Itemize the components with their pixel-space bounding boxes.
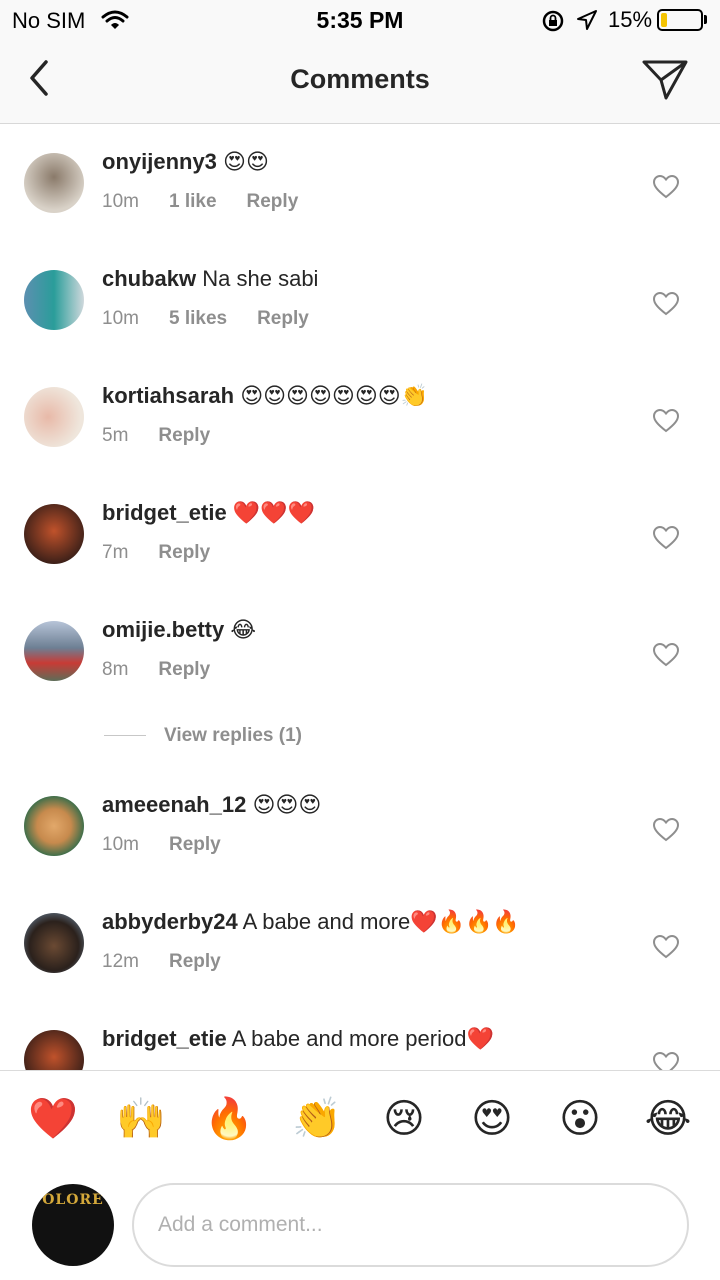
view-replies-label: View replies (1) xyxy=(164,725,302,746)
like-heart-icon[interactable] xyxy=(653,526,679,550)
comment-text: omijie.betty 😂 xyxy=(102,617,256,643)
comment-body: 😍😍😍😍😍😍😍👏 xyxy=(240,383,429,408)
comment-meta: 10m 1 like Reply xyxy=(102,191,328,213)
comment-item: kortiahsarah 😍😍😍😍😍😍😍👏 5m Reply xyxy=(0,383,720,493)
comment-item: bridget_etie ❤️❤️❤️ 7m Reply xyxy=(0,500,720,610)
reaction-laughing-button[interactable]: 😂 xyxy=(644,1095,692,1143)
comment-text: onyijenny3 😍😍 xyxy=(102,149,269,175)
like-heart-icon[interactable] xyxy=(653,935,679,959)
avatar[interactable] xyxy=(24,270,84,330)
comment-text: bridget_etie A babe and more period❤️ xyxy=(102,1026,494,1052)
like-heart-icon[interactable] xyxy=(653,409,679,433)
share-send-icon[interactable] xyxy=(640,56,690,102)
username[interactable]: kortiahsarah xyxy=(102,383,234,408)
comments-list[interactable]: onyijenny3 😍😍 10m 1 like Reply chubakw Na … xyxy=(0,125,720,1070)
avatar[interactable] xyxy=(24,621,84,681)
comment-body: 😍😍😍 xyxy=(252,792,322,817)
like-count[interactable]: 1 like xyxy=(169,191,217,212)
comment-text: kortiahsarah 😍😍😍😍😍😍😍👏 xyxy=(102,383,428,409)
quick-reactions-row: ❤️ 🙌 🔥 👏 😢 😍 😮 😂 xyxy=(0,1095,720,1151)
comment-item: abbyderby24 A babe and more❤️🔥🔥🔥 12m Repl… xyxy=(0,909,720,1019)
comment-meta: 10m Reply xyxy=(102,834,251,856)
reaction-fire-button[interactable]: 🔥 xyxy=(204,1095,254,1143)
current-user-avatar: OLORE xyxy=(32,1184,114,1266)
reaction-heart-button[interactable]: ❤️ xyxy=(28,1095,78,1143)
comment-body: A babe and more❤️🔥🔥🔥 xyxy=(242,909,520,934)
battery-nub xyxy=(704,15,707,24)
like-heart-icon[interactable] xyxy=(653,818,679,842)
comment-body: ❤️❤️❤️ xyxy=(232,500,316,525)
avatar[interactable] xyxy=(24,387,84,447)
like-heart-icon[interactable] xyxy=(653,1052,679,1070)
like-count[interactable]: 5 likes xyxy=(169,308,227,329)
username[interactable]: ameeenah_12 xyxy=(102,792,246,817)
reaction-surprised-button[interactable]: 😮 xyxy=(556,1095,604,1143)
username[interactable]: bridget_etie xyxy=(102,1026,227,1051)
battery-icon xyxy=(657,9,703,31)
reaction-raised-hands-button[interactable]: 🙌 xyxy=(116,1095,166,1143)
comment-meta: 7m Reply xyxy=(102,542,240,564)
comment-age: 10m xyxy=(102,191,139,212)
comment-text: ameeenah_12 😍😍😍 xyxy=(102,792,321,818)
rotation-lock-icon xyxy=(542,10,564,32)
comment-item: omijie.betty 😂 8m Reply xyxy=(0,617,720,727)
like-heart-icon[interactable] xyxy=(653,292,679,316)
avatar[interactable] xyxy=(24,913,84,973)
reply-button[interactable]: Reply xyxy=(247,191,299,212)
reply-button[interactable]: Reply xyxy=(158,425,210,446)
username[interactable]: onyijenny3 xyxy=(102,149,217,174)
comment-body: Na she sabi xyxy=(202,266,319,291)
reaction-clap-button[interactable]: 👏 xyxy=(292,1095,342,1143)
status-bar: No SIM 5:35 PM 15% xyxy=(0,0,720,40)
comment-age: 8m xyxy=(102,659,129,680)
reply-button[interactable]: Reply xyxy=(169,951,221,972)
like-heart-icon[interactable] xyxy=(653,175,679,199)
comment-meta: 12m Reply xyxy=(102,951,251,973)
reply-button[interactable]: Reply xyxy=(158,542,210,563)
reply-button[interactable]: Reply xyxy=(257,308,309,329)
reaction-crying-button[interactable]: 😢 xyxy=(380,1095,428,1143)
top-bar: No SIM 5:35 PM 15% Comments xyxy=(0,0,720,124)
comment-item: ameeenah_12 😍😍😍 10m Reply xyxy=(0,792,720,902)
view-replies-button[interactable]: View replies (1) xyxy=(104,725,302,747)
like-heart-icon[interactable] xyxy=(653,643,679,667)
avatar[interactable] xyxy=(24,796,84,856)
comment-item: onyijenny3 😍😍 10m 1 like Reply xyxy=(0,149,720,259)
comment-text: abbyderby24 A babe and more❤️🔥🔥🔥 xyxy=(102,909,520,935)
username[interactable]: omijie.betty xyxy=(102,617,224,642)
comment-meta: 8m Reply xyxy=(102,659,240,681)
comment-age: 10m xyxy=(102,308,139,329)
comment-body: 😂 xyxy=(230,617,257,642)
comment-body: A babe and more period❤️ xyxy=(231,1026,494,1051)
comment-item: bridget_etie A babe and more period❤️ xyxy=(0,1026,720,1070)
reply-button[interactable]: Reply xyxy=(169,834,221,855)
comment-meta: 5m Reply xyxy=(102,425,240,447)
comment-age: 5m xyxy=(102,425,129,446)
comment-age: 12m xyxy=(102,951,139,972)
battery-percent: 15% xyxy=(608,7,653,32)
page-title: Comments xyxy=(290,64,430,94)
username[interactable]: abbyderby24 xyxy=(102,909,238,934)
comment-composer-bar: ❤️ 🙌 🔥 👏 😢 😍 😮 😂 OLORE Add a comment... xyxy=(0,1070,720,1280)
avatar-logo-text: OLORE xyxy=(42,1192,104,1208)
username[interactable]: chubakw xyxy=(102,266,196,291)
comment-input[interactable]: Add a comment... xyxy=(132,1183,689,1267)
location-icon xyxy=(577,10,597,30)
comment-age: 7m xyxy=(102,542,129,563)
comment-text: bridget_etie ❤️❤️❤️ xyxy=(102,500,315,526)
comment-age: 10m xyxy=(102,834,139,855)
comment-item: chubakw Na she sabi 10m 5 likes Reply xyxy=(0,266,720,376)
comment-meta: 10m 5 likes Reply xyxy=(102,308,339,330)
username[interactable]: bridget_etie xyxy=(102,500,227,525)
avatar[interactable] xyxy=(24,1030,84,1070)
battery-level xyxy=(661,13,667,27)
comment-text: chubakw Na she sabi xyxy=(102,266,318,292)
reply-button[interactable]: Reply xyxy=(158,659,210,680)
divider-line xyxy=(104,735,146,737)
reaction-heart-eyes-button[interactable]: 😍 xyxy=(468,1095,516,1143)
avatar[interactable] xyxy=(24,504,84,564)
comment-body: 😍😍 xyxy=(223,149,269,174)
avatar[interactable] xyxy=(24,153,84,213)
